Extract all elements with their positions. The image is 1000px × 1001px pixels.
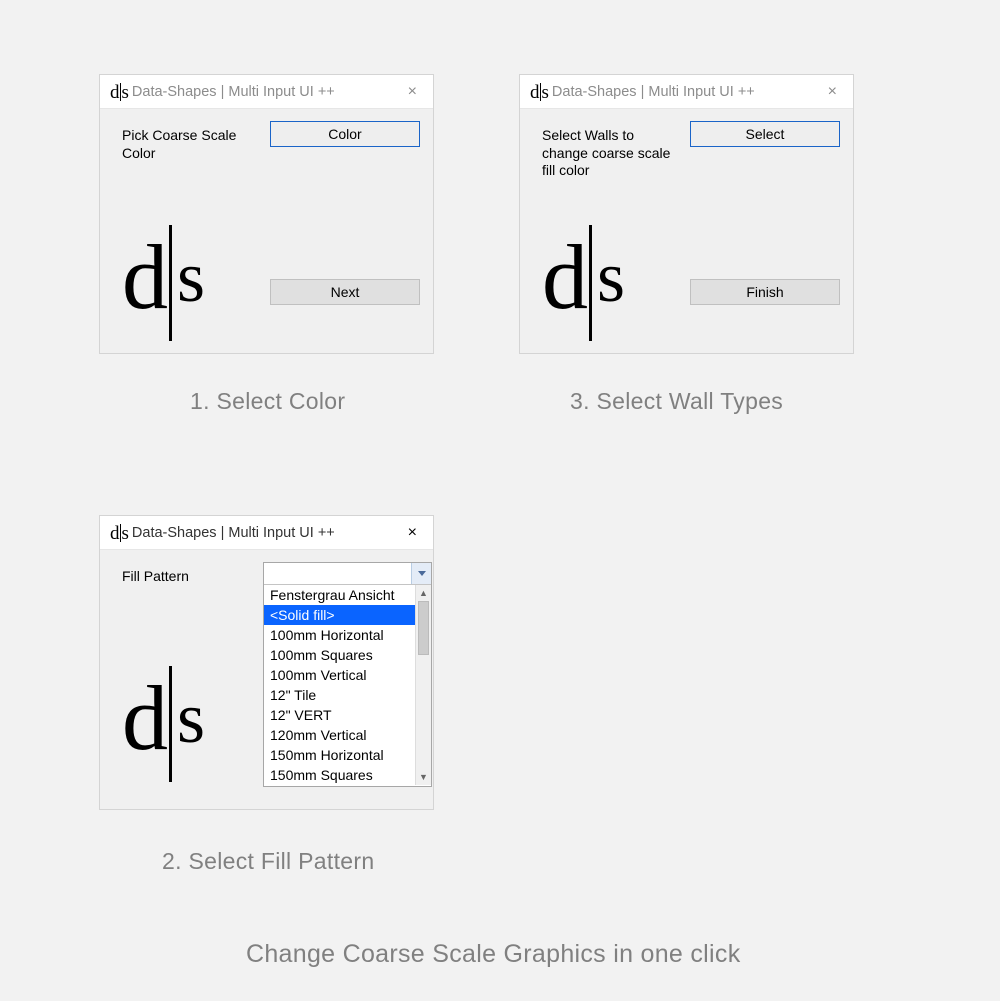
- dialog-title: Data-Shapes | Multi Input UI ++: [132, 525, 335, 541]
- dialog-title: Data-Shapes | Multi Input UI ++: [552, 84, 755, 100]
- ds-logo-icon: ds: [110, 80, 128, 104]
- prompt-label: Select Walls to change coarse scale fill…: [542, 127, 672, 180]
- ds-logo-icon: ds: [110, 521, 128, 545]
- dropdown-list[interactable]: Fenstergrau Ansicht<Solid fill>100mm Hor…: [264, 585, 431, 785]
- scroll-thumb[interactable]: [418, 601, 429, 655]
- scroll-up-icon[interactable]: ▲: [416, 585, 431, 601]
- finish-button-label: Finish: [746, 284, 783, 300]
- dropdown-item[interactable]: 100mm Vertical: [264, 665, 431, 685]
- dialog-body: Pick Coarse Scale Color Color ds Next: [100, 109, 433, 353]
- footer-caption: Change Coarse Scale Graphics in one clic…: [246, 940, 741, 969]
- next-button[interactable]: Next: [270, 279, 420, 305]
- close-icon[interactable]: ×: [822, 79, 843, 105]
- dialog-body: Select Walls to change coarse scale fill…: [520, 109, 853, 353]
- next-button-label: Next: [331, 284, 360, 300]
- close-icon[interactable]: ×: [402, 520, 423, 546]
- dropdown-item[interactable]: 150mm Squares: [264, 765, 431, 785]
- close-icon[interactable]: ×: [402, 79, 423, 105]
- fill-pattern-dropdown[interactable]: Fenstergrau Ansicht<Solid fill>100mm Hor…: [263, 562, 432, 787]
- caption-step2: 2. Select Fill Pattern: [162, 848, 374, 875]
- dialog-select-walls: ds Data-Shapes | Multi Input UI ++ × Sel…: [519, 74, 854, 354]
- dropdown-top[interactable]: [264, 563, 431, 585]
- dropdown-item[interactable]: 150mm Horizontal: [264, 745, 431, 765]
- scroll-down-icon[interactable]: ▼: [416, 769, 431, 785]
- dialog-title: Data-Shapes | Multi Input UI ++: [132, 84, 335, 100]
- dropdown-item[interactable]: <Solid fill>: [264, 605, 431, 625]
- ds-logo-icon: ds: [122, 219, 205, 335]
- prompt-label: Fill Pattern: [122, 568, 252, 586]
- ds-logo-icon: ds: [122, 660, 205, 776]
- dropdown-item[interactable]: 12" Tile: [264, 685, 431, 705]
- dialog-titlebar: ds Data-Shapes | Multi Input UI ++ ×: [100, 75, 433, 109]
- scrollbar[interactable]: ▲ ▼: [415, 585, 431, 785]
- dialog-body: Fill Pattern ds Fenstergrau Ansicht<Soli…: [100, 550, 433, 809]
- ds-logo-icon: ds: [542, 219, 625, 335]
- caption-step1: 1. Select Color: [190, 388, 345, 415]
- dialog-fill-pattern: ds Data-Shapes | Multi Input UI ++ × Fil…: [99, 515, 434, 810]
- caption-step3: 3. Select Wall Types: [570, 388, 783, 415]
- ds-logo-icon: ds: [530, 80, 548, 104]
- color-button[interactable]: Color: [270, 121, 420, 147]
- prompt-label: Pick Coarse Scale Color: [122, 127, 252, 162]
- dropdown-item[interactable]: 100mm Squares: [264, 645, 431, 665]
- dialog-select-color: ds Data-Shapes | Multi Input UI ++ × Pic…: [99, 74, 434, 354]
- select-button[interactable]: Select: [690, 121, 840, 147]
- dropdown-item[interactable]: 120mm Vertical: [264, 725, 431, 745]
- color-button-label: Color: [328, 126, 361, 142]
- dialog-titlebar: ds Data-Shapes | Multi Input UI ++ ×: [100, 516, 433, 550]
- dropdown-item[interactable]: 100mm Horizontal: [264, 625, 431, 645]
- dropdown-item[interactable]: 12" VERT: [264, 705, 431, 725]
- dropdown-item[interactable]: Fenstergrau Ansicht: [264, 585, 431, 605]
- select-button-label: Select: [746, 126, 785, 142]
- dialog-titlebar: ds Data-Shapes | Multi Input UI ++ ×: [520, 75, 853, 109]
- finish-button[interactable]: Finish: [690, 279, 840, 305]
- chevron-down-icon[interactable]: [411, 563, 431, 584]
